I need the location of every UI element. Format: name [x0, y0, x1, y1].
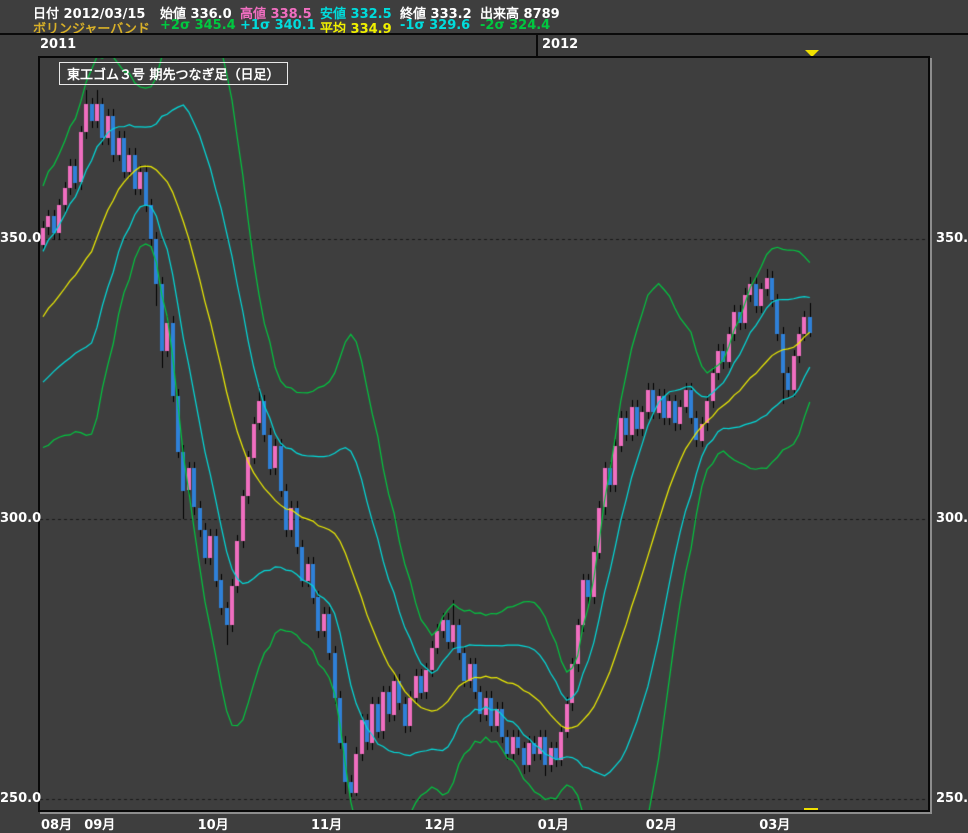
month-label: 09月 [84, 814, 115, 833]
month-label: 12月 [424, 814, 455, 833]
chart-title: 東工ゴム３号 期先つなぎ足（日足） [59, 62, 288, 85]
top-separator-line [0, 33, 968, 35]
y-axis-label-left: 300.0 [0, 511, 35, 526]
month-label: 01月 [538, 814, 569, 833]
year-label-2012: 2012 [542, 37, 578, 52]
month-label: 08月 [41, 814, 72, 833]
y-axis-label-left: 350.0 [0, 231, 35, 246]
y-axis-label-left: 250.0 [0, 791, 35, 806]
y-axis-label-right: 300.0 [936, 511, 968, 526]
month-label: 02月 [646, 814, 677, 833]
month-label: 11月 [311, 814, 342, 833]
legend-plus1sigma: +1σ 340.1 [240, 18, 316, 33]
legend-plus2sigma: +2σ 345.4 [160, 18, 236, 33]
month-label: 03月 [759, 814, 790, 833]
month-label: 10月 [198, 814, 229, 833]
legend-minus1sigma: -1σ 329.6 [400, 18, 470, 33]
y-axis-label-right: 250.0 [936, 791, 968, 806]
legend-minus2sigma: -2σ 324.4 [480, 18, 550, 33]
year-divider-line [536, 35, 538, 56]
y-axis-label-right: 350.0 [936, 231, 968, 246]
year-label-2011: 2011 [40, 37, 76, 52]
candlestick-chart-canvas[interactable] [40, 58, 928, 810]
